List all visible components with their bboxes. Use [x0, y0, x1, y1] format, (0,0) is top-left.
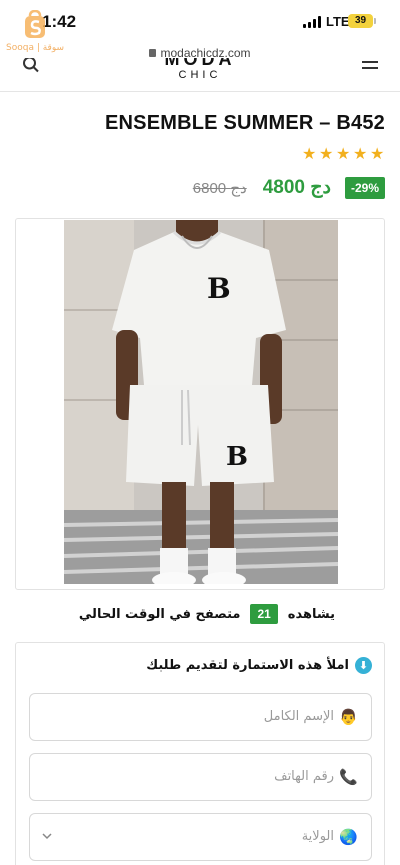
svg-text:B: B — [207, 272, 231, 305]
product-photo[interactable]: B B — [64, 220, 338, 584]
phone-icon: 📞 — [339, 768, 358, 786]
rating-stars: ★ ★ ★ ★ ★ — [302, 146, 385, 162]
wilaya-placeholder: الولاية — [301, 829, 334, 844]
old-price: 6800 دج — [192, 179, 247, 197]
star-icon: ★ — [319, 144, 334, 163]
brand-subtitle: CHIC — [178, 69, 222, 81]
viewers-prefix: يشاهده — [287, 606, 335, 622]
product-title: ENSEMBLE SUMMER – B452 — [104, 112, 385, 134]
form-heading: ⬇ املأ هذه الاستمارة لتقديم طلبك — [146, 657, 372, 674]
hamburger-menu-icon[interactable] — [362, 61, 378, 75]
brand-logo[interactable]: MODA CHIC — [0, 58, 400, 82]
brand-name: MODA — [164, 58, 236, 69]
full-name-placeholder: الإسم الكامل — [263, 709, 334, 724]
star-icon: ★ — [336, 144, 351, 163]
discount-badge: -29% — [344, 176, 385, 199]
globe-icon: 🌏 — [339, 828, 358, 846]
order-form: ⬇ املأ هذه الاستمارة لتقديم طلبك 👨 الإسم… — [15, 642, 385, 865]
form-heading-text: املأ هذه الاستمارة لتقديم طلبك — [146, 658, 349, 673]
watermark-logo-icon — [25, 10, 45, 38]
site-header: MODA CHIC — [0, 58, 400, 92]
star-icon: ★ — [353, 144, 368, 163]
battery-tip — [374, 18, 376, 24]
phone-field[interactable]: 📞 رقم الهاتف — [29, 753, 372, 801]
live-viewers: يشاهده 21 متصفح في الوقت الحالي — [79, 604, 335, 624]
price-row: 6800 دج 4800 دج -29% — [193, 176, 385, 199]
wilaya-select[interactable]: 🌏 الولاية — [29, 813, 372, 861]
product-image-frame[interactable]: B B — [15, 218, 385, 590]
star-icon: ★ — [370, 144, 385, 163]
phone-placeholder: رقم الهاتف — [274, 769, 334, 784]
full-name-field[interactable]: 👨 الإسم الكامل — [29, 693, 372, 741]
lock-icon — [149, 49, 157, 57]
network-label: LTE — [326, 14, 350, 29]
down-arrow-icon: ⬇ — [355, 657, 372, 674]
viewers-suffix: متصفح في الوقت الحالي — [78, 606, 241, 622]
viewers-count: 21 — [250, 604, 278, 624]
battery-icon: 39 — [348, 14, 373, 28]
chevron-down-icon — [42, 833, 52, 840]
signal-icon — [303, 16, 323, 28]
person-icon: 👨 — [339, 708, 358, 726]
new-price: 4800 دج — [262, 177, 331, 198]
star-icon: ★ — [302, 144, 317, 163]
svg-text:B: B — [226, 442, 248, 472]
